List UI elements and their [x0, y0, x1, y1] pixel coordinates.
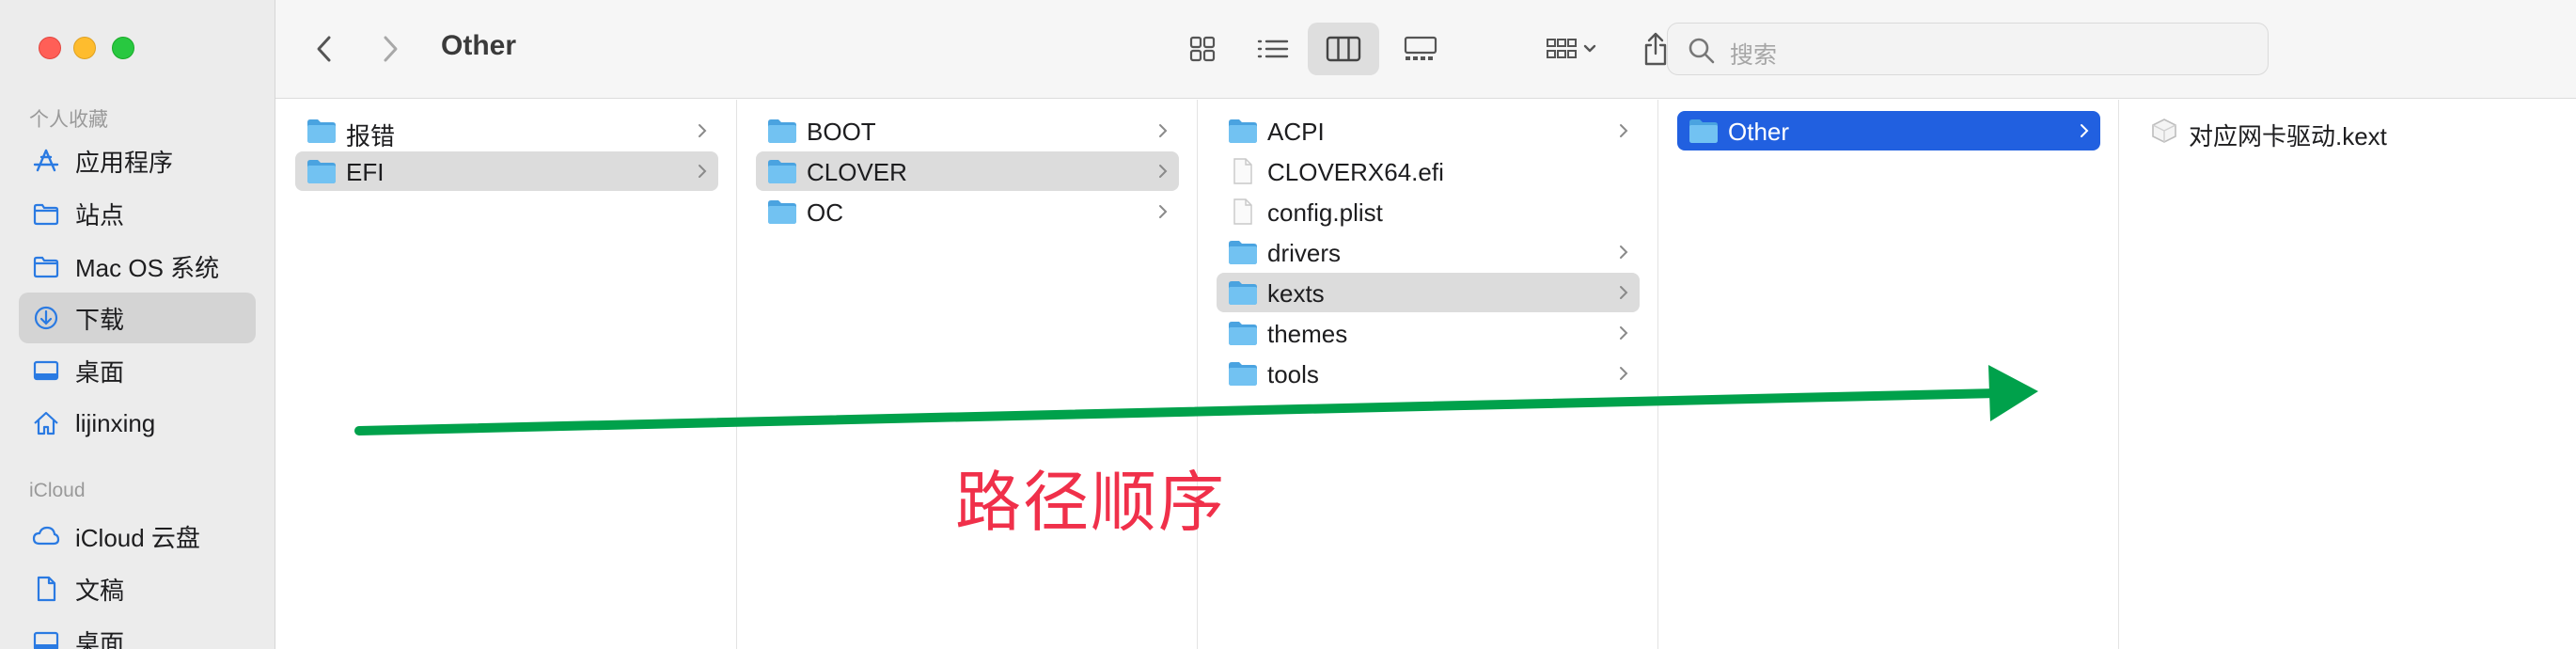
path-order-annotation: 路径顺序	[955, 464, 1226, 541]
path-order-arrow	[354, 365, 2038, 435]
